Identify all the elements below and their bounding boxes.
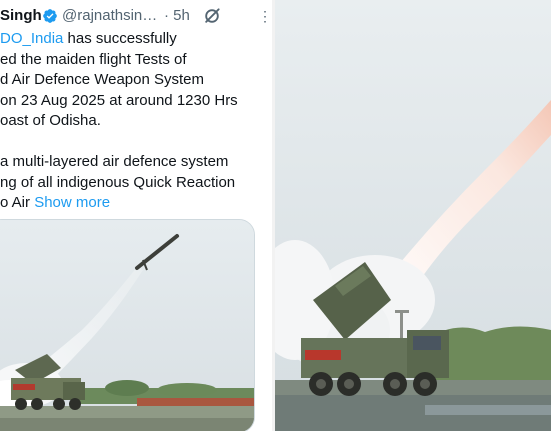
tweet-text-line: on 23 Aug 2025 at around 1230 Hrs	[0, 91, 238, 109]
author-name[interactable]: Singh	[0, 4, 42, 28]
tweet-text-segment: has successfully	[63, 30, 177, 47]
grok-icon[interactable]	[202, 6, 222, 26]
missile-launch-photo	[0, 220, 254, 431]
more-options-icon[interactable]: ⋮	[258, 4, 272, 28]
tweet-header: Singh @rajnathsin… · 5h ⋮	[0, 4, 272, 28]
tweet-text-line: ed the maiden flight Tests of	[0, 50, 187, 68]
tweet-text-line: DO_India has successfully	[0, 29, 268, 50]
tweet-text-line: o Air Show more	[0, 193, 268, 214]
tweet-text-segment: o Air	[0, 194, 35, 212]
missile-launcher-photo	[275, 0, 551, 431]
verified-badge-icon	[43, 9, 57, 23]
show-more-link[interactable]: Show more	[34, 194, 110, 211]
tweet-media-image[interactable]	[0, 219, 255, 431]
tweet-text: DO_India has successfully ed the maiden …	[0, 29, 268, 214]
author-handle[interactable]: @rajnathsin…	[62, 4, 157, 28]
side-photo	[275, 0, 551, 431]
tweet-card: Singh @rajnathsin… · 5h ⋮ DO_India has s…	[0, 0, 272, 431]
tweet-text-line: ng of all indigenous Quick Reaction	[0, 173, 236, 191]
tweet-time[interactable]: · 5h	[164, 4, 190, 28]
mention-link[interactable]: DO_India	[0, 30, 63, 47]
tweet-text-line: d Air Defence Weapon System	[0, 71, 204, 89]
tweet-text-line: a multi-layered air defence system	[0, 152, 229, 170]
tweet-text-line: oast of Odisha.	[0, 112, 101, 130]
